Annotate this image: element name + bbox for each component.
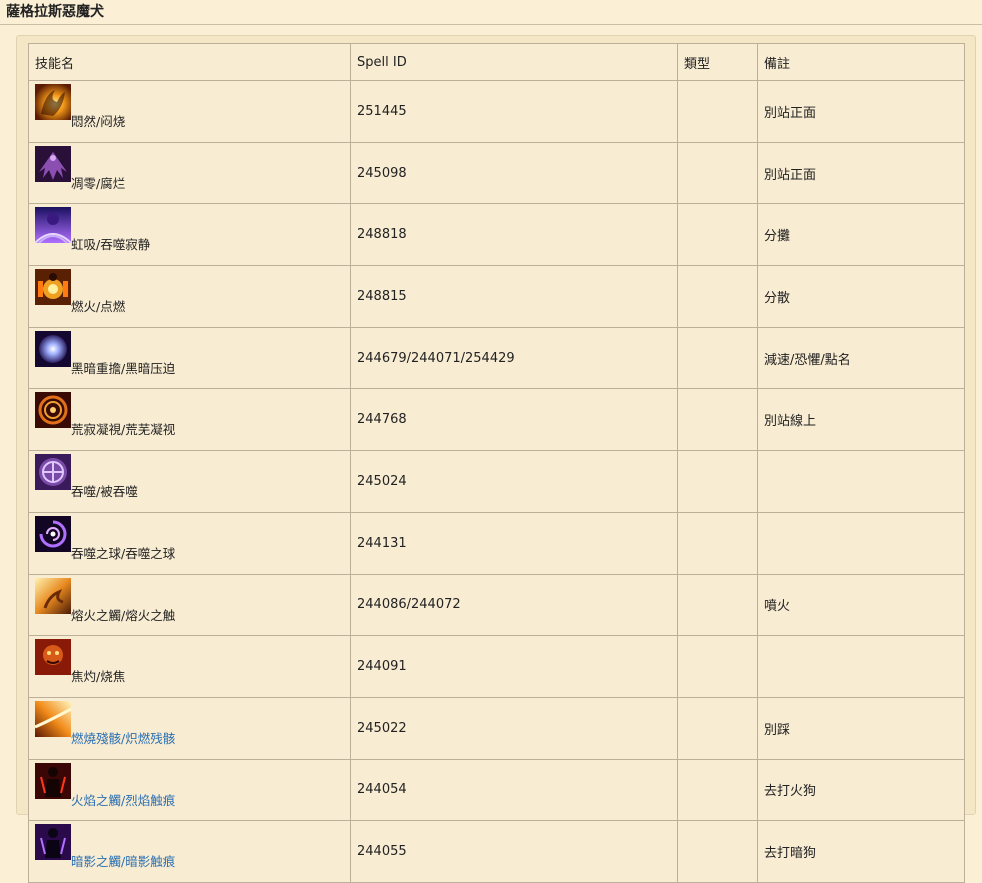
note-cell [757, 511, 965, 575]
table-header-row: 技能名 Spell ID 類型 備註 [28, 43, 965, 81]
table-row: 燃燒殘骸/炽燃残骸 245022 別踩 [28, 696, 965, 760]
content-panel: 技能名 Spell ID 類型 備註 悶然/闷烧 251445 別站正面凋零/腐烂 2… [16, 35, 976, 883]
skill-name: 黑暗重擔/黑暗压迫 [71, 360, 176, 376]
dark-orb-icon [35, 330, 71, 367]
skills-table: 技能名 Spell ID 類型 備註 悶然/闷烧 251445 別站正面凋零/腐烂 2… [28, 43, 965, 883]
header-spell-id: Spell ID [350, 43, 678, 81]
spell-id-cell: 248815 [350, 265, 678, 328]
skill-cell: 荒寂凝視/荒芜凝视 [28, 388, 351, 452]
skill-name: 吞噬之球/吞噬之球 [71, 545, 176, 561]
skill-name: 悶然/闷烧 [71, 114, 126, 129]
decay-wings-icon [35, 145, 71, 182]
skill-name-link[interactable]: 火焰之觸/烈焰触痕 [71, 790, 175, 809]
type-cell [677, 326, 758, 390]
skill-cell: 虹吸/吞噬寂静 [28, 203, 351, 267]
skill-name: 吞噬/被吞噬 [71, 484, 138, 500]
type-cell [677, 141, 758, 205]
note-cell [757, 635, 965, 698]
enflame-body-icon [35, 269, 71, 306]
type-cell [677, 388, 758, 452]
burning-remnant-icon [35, 700, 71, 737]
skill-cell: 凋零/腐烂 [28, 141, 351, 205]
molten-touch-icon [35, 577, 71, 614]
type-cell [677, 265, 758, 328]
skill-name-link[interactable]: 暗影之觸/暗影触痕 [71, 851, 175, 870]
spell-id-cell: 245098 [350, 141, 678, 205]
note-cell: 分攤 [757, 203, 965, 267]
skill-cell: 焦灼/烧焦 [28, 635, 351, 698]
table-row: 虹吸/吞噬寂静 248818 分攤 [28, 203, 965, 267]
spell-id-cell: 244091 [350, 635, 678, 698]
note-cell: 去打火狗 [757, 758, 965, 822]
skill-name-link[interactable]: 燃燒殘骸/炽燃残骸 [71, 728, 175, 747]
note-cell: 別站正面 [757, 80, 965, 143]
type-cell [677, 696, 758, 760]
table-row: 吞噬/被吞噬 245024 [28, 450, 965, 513]
note-cell: 分散 [757, 265, 965, 328]
skill-cell: 燃火/点燃 [28, 265, 351, 328]
table-row: 熔火之觸/熔火之触 244086/244072 噴火 [28, 573, 965, 637]
skill-cell: 悶然/闷烧 [28, 80, 351, 143]
consuming-sphere-icon [35, 515, 71, 552]
table-row: 凋零/腐烂 245098 別站正面 [28, 141, 965, 205]
skill-name: 熔火之觸/熔火之触 [71, 607, 176, 623]
skill-name: 虹吸/吞噬寂静 [71, 237, 151, 253]
skill-cell: 火焰之觸/烈焰触痕 [28, 758, 351, 822]
type-cell [677, 635, 758, 698]
table-row: 暗影之觸/暗影触痕 244055 去打暗狗 [28, 820, 965, 883]
skill-cell: 燃燒殘骸/炽燃残骸 [28, 696, 351, 760]
skill-name: 凋零/腐烂 [71, 175, 126, 191]
skill-cell: 熔火之觸/熔火之触 [28, 573, 351, 637]
note-cell: 別站正面 [757, 141, 965, 205]
note-cell [757, 450, 965, 513]
skill-cell: 吞噬/被吞噬 [28, 450, 351, 513]
type-cell [677, 511, 758, 575]
singed-demon-icon [35, 639, 71, 676]
table-row: 火焰之觸/烈焰触痕 244054 去打火狗 [28, 758, 965, 822]
spell-id-cell: 248818 [350, 203, 678, 267]
type-cell [677, 758, 758, 822]
type-cell [677, 573, 758, 637]
table-row: 悶然/闷烧 251445 別站正面 [28, 80, 965, 143]
header-type: 類型 [677, 43, 758, 81]
spell-id-cell: 244054 [350, 758, 678, 822]
smolder-flame-icon [35, 84, 71, 120]
flametouched-icon [35, 762, 71, 799]
skill-name: 荒寂凝視/荒芜凝视 [71, 422, 176, 438]
type-cell [677, 450, 758, 513]
type-cell [677, 80, 758, 143]
skill-cell: 吞噬之球/吞噬之球 [28, 511, 351, 575]
siphon-void-icon [35, 207, 71, 244]
table-row: 吞噬之球/吞噬之球 244131 [28, 511, 965, 575]
skill-cell: 黑暗重擔/黑暗压迫 [28, 326, 351, 390]
table-row: 燃火/点燃 248815 分散 [28, 265, 965, 328]
skill-name: 焦灼/烧焦 [71, 669, 126, 685]
spell-id-cell: 245022 [350, 696, 678, 760]
table-row: 荒寂凝視/荒芜凝视 244768 別站線上 [28, 388, 965, 452]
page-title: 薩格拉斯惡魔犬 [0, 0, 982, 25]
note-cell: 去打暗狗 [757, 820, 965, 883]
spell-id-cell: 245024 [350, 450, 678, 513]
desolate-gaze-icon [35, 392, 71, 429]
spell-id-cell: 244055 [350, 820, 678, 883]
table-row: 黑暗重擔/黑暗压迫 244679/244071/254429 減速/恐懼/點名 [28, 326, 965, 390]
spell-id-cell: 244768 [350, 388, 678, 452]
note-cell: 別站線上 [757, 388, 965, 452]
skill-name: 燃火/点燃 [71, 299, 126, 315]
note-cell: 減速/恐懼/點名 [757, 326, 965, 390]
shadowtouched-icon [35, 824, 71, 861]
table-row: 焦灼/烧焦 244091 [28, 635, 965, 698]
spell-id-cell: 244679/244071/254429 [350, 326, 678, 390]
header-skill-name: 技能名 [28, 43, 351, 81]
type-cell [677, 820, 758, 883]
note-cell: 噴火 [757, 573, 965, 637]
spell-id-cell: 244131 [350, 511, 678, 575]
skill-cell: 暗影之觸/暗影触痕 [28, 820, 351, 883]
spell-id-cell: 244086/244072 [350, 573, 678, 637]
consume-rune-icon [35, 454, 71, 491]
note-cell: 別踩 [757, 696, 965, 760]
header-notes: 備註 [757, 43, 965, 81]
spell-id-cell: 251445 [350, 80, 678, 143]
type-cell [677, 203, 758, 267]
